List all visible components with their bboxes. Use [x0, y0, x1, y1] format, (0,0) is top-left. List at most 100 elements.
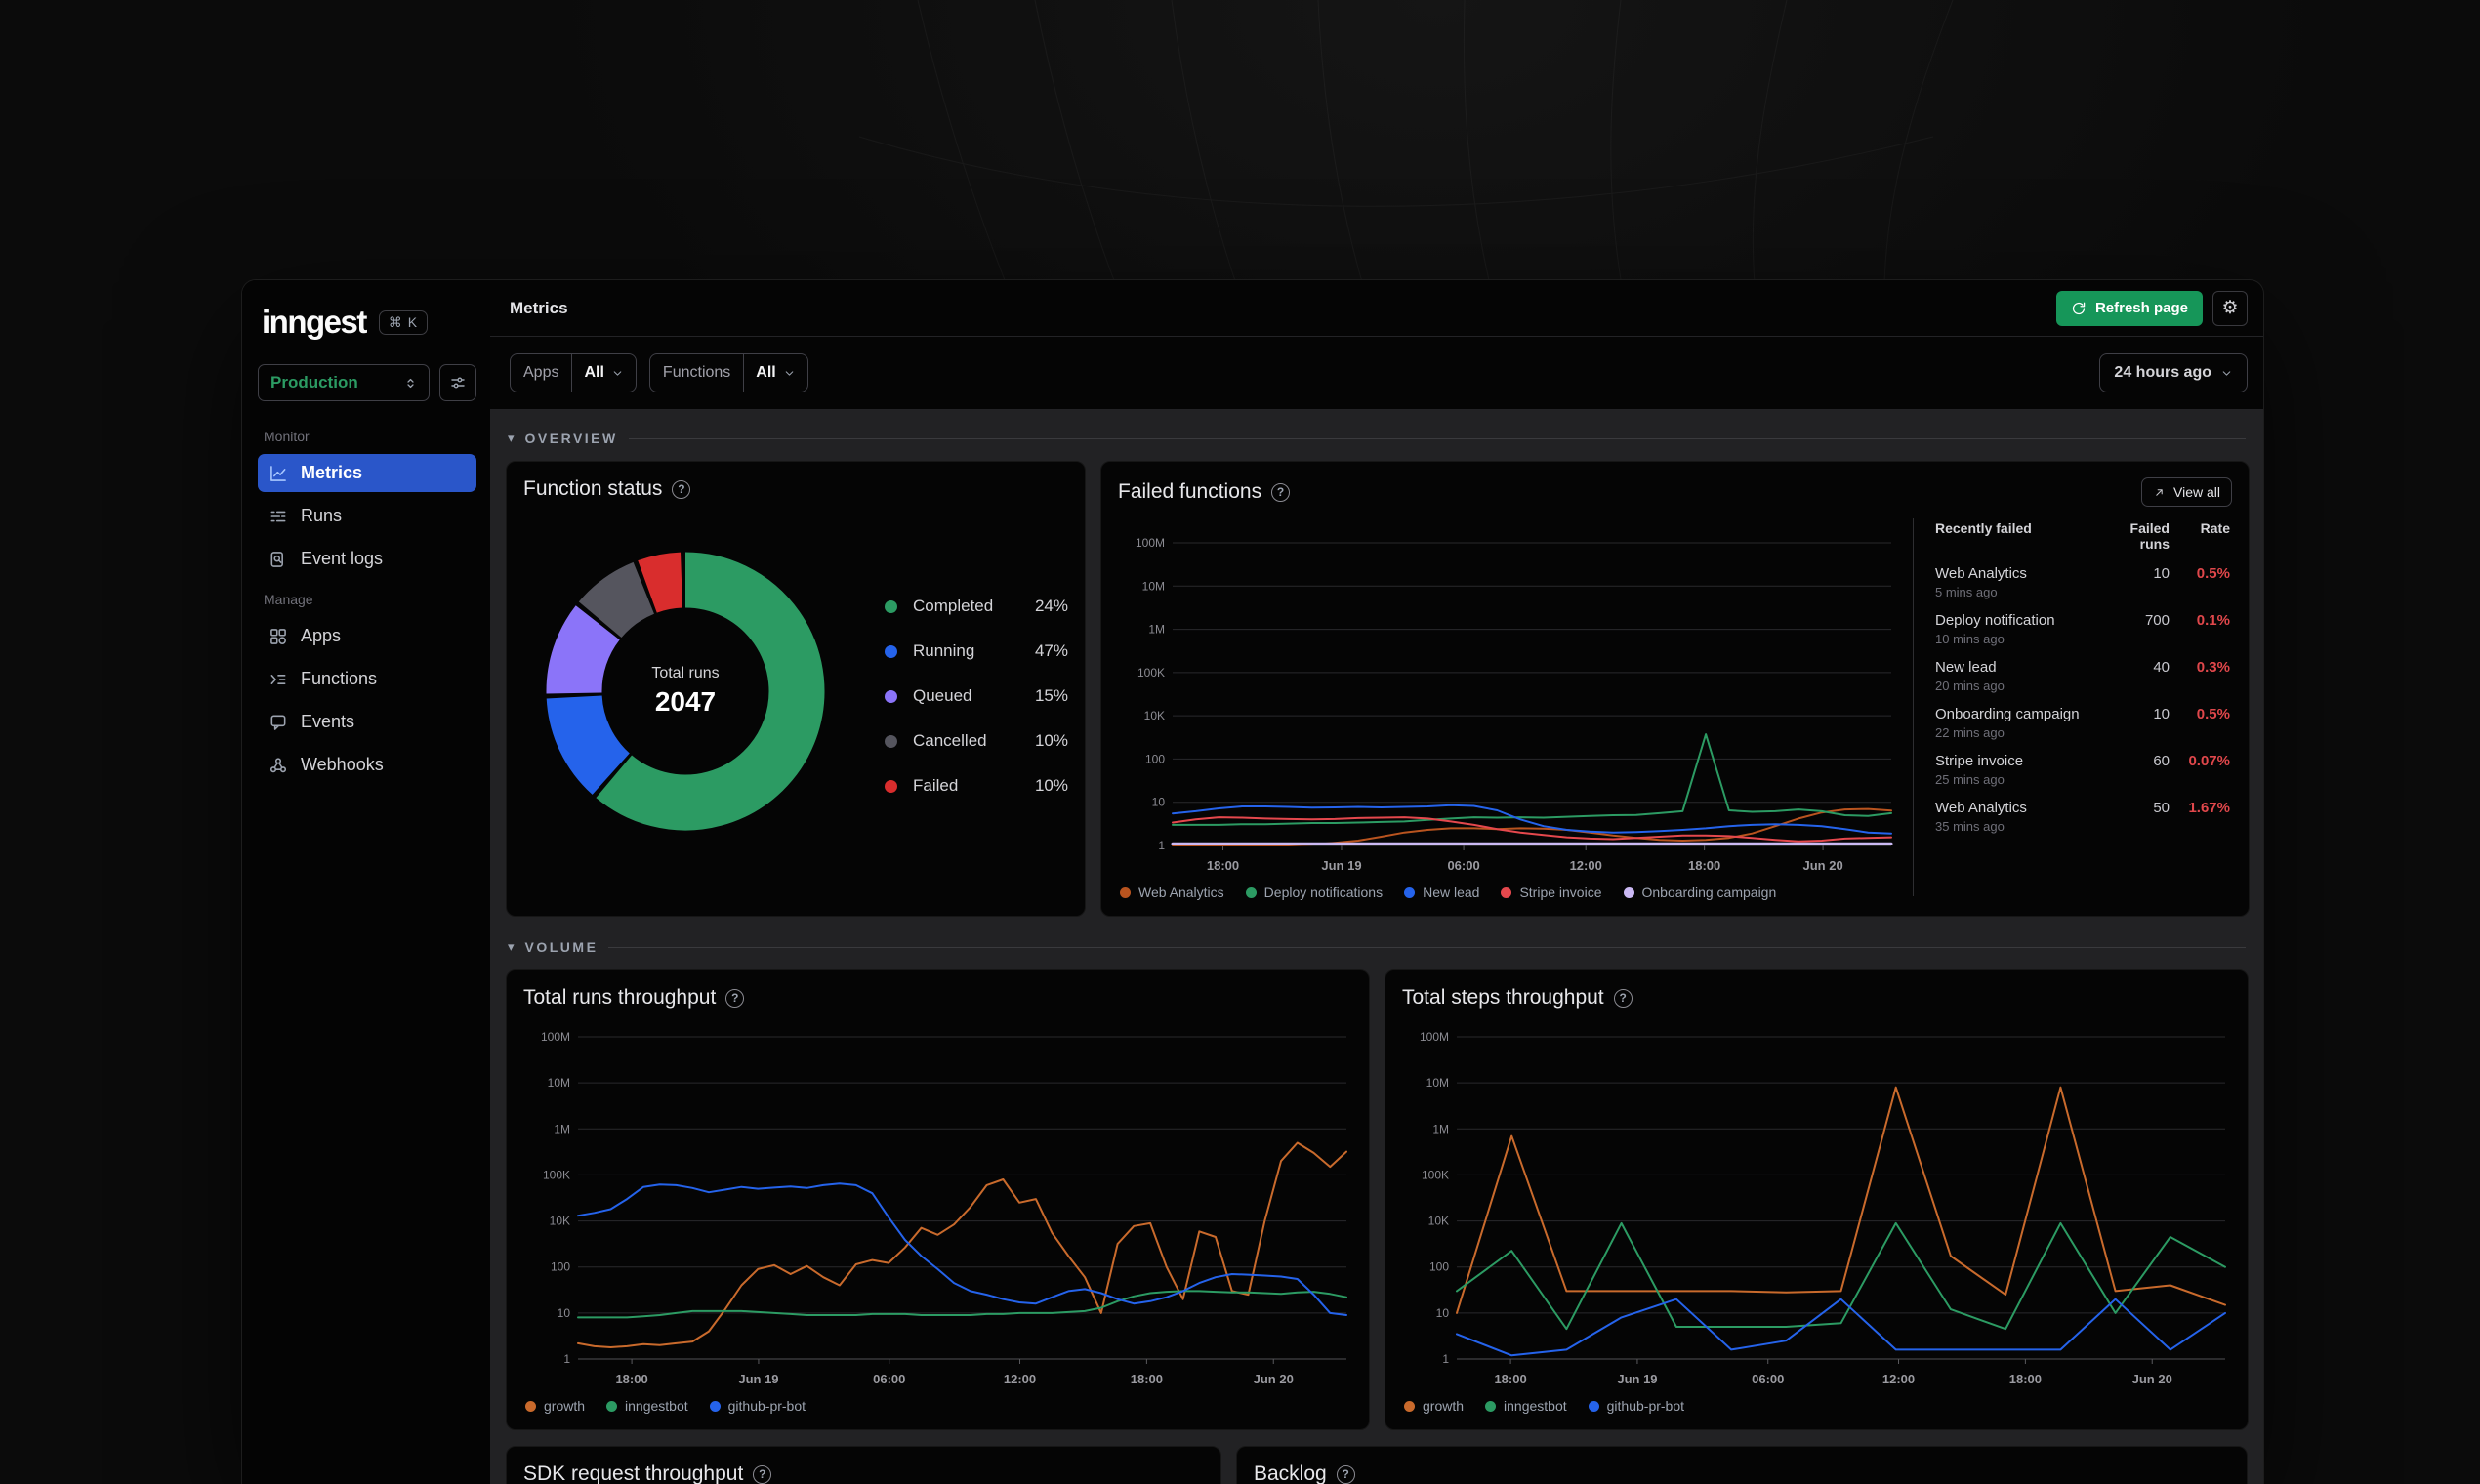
time-range-value: 24 hours ago [2114, 364, 2211, 381]
chevron-down-icon [783, 367, 796, 380]
svg-text:18:00: 18:00 [1131, 1372, 1163, 1386]
svg-text:10K: 10K [1144, 709, 1165, 722]
svg-text:100: 100 [1145, 752, 1165, 765]
failed-functions-title: Failed functions [1118, 480, 1262, 503]
apps-filter[interactable]: Apps All [510, 353, 637, 392]
svg-text:Jun 19: Jun 19 [1321, 858, 1361, 873]
time-range-selector[interactable]: 24 hours ago [2099, 353, 2248, 392]
failed-functions-chart: 100M 10M 1M 100K 10K 100 10 1 18:00 Jun 19 06:00 12… [1136, 536, 1893, 873]
sdk-request-throughput-card: SDK request throughput ? [506, 1446, 1221, 1484]
svg-text:Jun 19: Jun 19 [1617, 1372, 1657, 1386]
total-steps-throughput-card: Total steps throughput ? 100M 10M 1M 100K 10… [1385, 969, 2249, 1430]
environment-filter-button[interactable] [439, 364, 476, 401]
svg-text:1: 1 [563, 1352, 570, 1366]
function-status-donut-chart: Total runs 2047 [543, 549, 828, 834]
chart-legend-item: github-pr-bot [709, 1398, 806, 1414]
svg-text:1: 1 [1158, 839, 1165, 852]
failed-functions-card: Failed functions ? View all 100M 10M 1M 100… [1100, 461, 2250, 917]
backlog-title: Backlog [1254, 1463, 1327, 1484]
failed-function-row[interactable]: Web Analytics 5 mins ago 10 0.5% [1935, 565, 2230, 599]
help-icon[interactable]: ? [1336, 1464, 1355, 1484]
refresh-icon [2071, 301, 2087, 316]
environment-selector[interactable]: Production [258, 364, 430, 401]
status-legend-item: Queued 15% [885, 686, 1068, 706]
help-icon[interactable]: ? [753, 1464, 772, 1484]
chart-legend-item: inngestbot [1485, 1398, 1567, 1414]
failed-function-row[interactable]: Deploy notification 10 mins ago 700 0.1% [1935, 612, 2230, 646]
svg-text:10M: 10M [1426, 1076, 1449, 1090]
sidebar-item-event-logs[interactable]: Event logs [258, 540, 476, 578]
sidebar-item-label: Event logs [301, 549, 384, 568]
webhooks-icon [269, 756, 288, 775]
chevron-down-icon [2220, 367, 2233, 380]
svg-text:18:00: 18:00 [615, 1372, 647, 1386]
recently-failed-table: Recently failed Failed runs Rate Web Analyt… [1935, 520, 2230, 834]
svg-text:18:00: 18:00 [1494, 1372, 1526, 1386]
svg-text:100M: 100M [1136, 536, 1165, 550]
chart-legend-item: Web Analytics [1120, 885, 1224, 900]
command-k-shortcut[interactable]: ⌘ K [378, 309, 429, 335]
failed-function-row[interactable]: Stripe invoice 25 mins ago 60 0.07% [1935, 753, 2230, 787]
help-icon[interactable]: ? [1613, 988, 1633, 1008]
sidebar-item-events[interactable]: Events [258, 703, 476, 741]
event-logs-icon [269, 550, 288, 569]
apps-filter-value: All [584, 364, 604, 381]
overview-section-header[interactable]: ▾ OVERVIEW [508, 426, 2246, 451]
failed-function-row[interactable]: Onboarding campaign 22 mins ago 10 0.5% [1935, 706, 2230, 740]
svg-text:10M: 10M [1142, 579, 1165, 593]
view-all-button[interactable]: View all [2141, 477, 2232, 507]
sidebar-item-runs[interactable]: Runs [258, 497, 476, 535]
svg-text:Jun 20: Jun 20 [1254, 1372, 1294, 1386]
app-window: inngest ⌘ K Production Monitor Metrics Run… [242, 280, 2263, 1484]
sidebar-section-label: Manage [264, 592, 313, 607]
chart-legend-item: Deploy notifications [1245, 885, 1383, 900]
sidebar-item-webhooks[interactable]: Webhooks [258, 746, 476, 784]
help-icon[interactable]: ? [725, 988, 745, 1008]
total-steps-chart-legend: growth inngestbot github-pr-bot [1402, 1390, 2231, 1414]
function-status-title: Function status [523, 477, 663, 500]
events-icon [269, 713, 288, 732]
sidebar-item-functions[interactable]: Functions [258, 660, 476, 698]
chevron-down-icon [611, 367, 624, 380]
svg-text:1M: 1M [1432, 1122, 1449, 1135]
environment-name: Production [270, 373, 358, 392]
sidebar-item-label: Functions [301, 669, 378, 688]
help-icon[interactable]: ? [1271, 482, 1291, 502]
backlog-card: Backlog ? [1236, 1446, 2248, 1484]
apps-filter-label: Apps [511, 354, 573, 392]
sidebar-section-label: Monitor [264, 429, 310, 444]
page-title: Metrics [510, 298, 568, 317]
failed-function-row[interactable]: Web Analytics 35 mins ago 50 1.67% [1935, 800, 2230, 834]
svg-text:Jun 19: Jun 19 [738, 1372, 778, 1386]
svg-text:10: 10 [1436, 1306, 1450, 1320]
svg-text:100M: 100M [1420, 1030, 1449, 1044]
svg-text:10: 10 [1152, 796, 1166, 809]
svg-text:Jun 20: Jun 20 [1802, 858, 1842, 873]
volume-section-header[interactable]: ▾ VOLUME [508, 934, 2246, 960]
settings-button[interactable]: ⚙ [2212, 290, 2248, 326]
sidebar-item-metrics[interactable]: Metrics [258, 454, 476, 492]
help-icon[interactable]: ? [672, 479, 691, 499]
overview-section-label: OVERVIEW [524, 431, 618, 446]
failed-functions-chart-legend: Web Analytics Deploy notifications New lea… [1118, 877, 1899, 900]
total-steps-throughput-chart: 100M 10M 1M 100K 10K 100 10 1 18:00 Jun 19 06:00 12… [1420, 1030, 2226, 1386]
functions-filter[interactable]: Functions All [648, 353, 808, 392]
svg-text:1M: 1M [554, 1122, 570, 1135]
total-runs-label: Total runs [651, 665, 720, 681]
chart-legend-item: New lead [1404, 885, 1479, 900]
status-legend-item: Cancelled 10% [885, 731, 1068, 751]
inngest-logo: inngest [262, 304, 367, 340]
total-runs-chart-legend: growth inngestbot github-pr-bot [523, 1390, 1352, 1414]
svg-text:Jun 20: Jun 20 [2132, 1372, 2172, 1386]
chart-legend-item: github-pr-bot [1588, 1398, 1684, 1414]
chevron-up-down-icon [402, 375, 419, 392]
topbar: Metrics Refresh page ⚙ [490, 280, 2263, 337]
volume-section-label: VOLUME [524, 939, 599, 955]
refresh-page-button[interactable]: Refresh page [2055, 290, 2203, 326]
failed-function-row[interactable]: New lead 20 mins ago 40 0.3% [1935, 659, 2230, 693]
arrow-up-right-icon [2153, 486, 2166, 499]
svg-text:100K: 100K [1422, 1168, 1449, 1181]
functions-icon [269, 670, 288, 689]
status-legend-item: Failed 10% [885, 776, 1068, 796]
sidebar-item-apps[interactable]: Apps [258, 617, 476, 655]
